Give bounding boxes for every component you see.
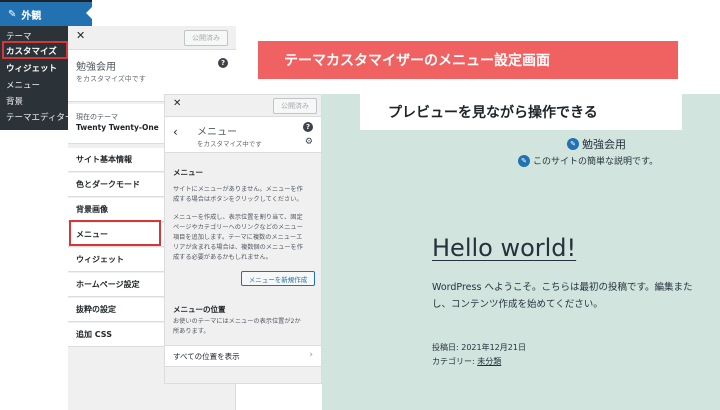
- description-line: 成する場合はボタンをクリックしてください。: [173, 196, 303, 203]
- preview-tagline[interactable]: ✎ このサイトの簡単な説明です。: [518, 154, 658, 167]
- post-category: カテゴリー: 未分類: [432, 356, 501, 367]
- create-new-menu-button[interactable]: メニューを新規作成: [241, 271, 315, 286]
- customize-highlight-box: [2, 41, 68, 59]
- edit-pencil-icon[interactable]: ✎: [567, 138, 579, 150]
- view-all-locations[interactable]: すべての位置を表示 ›: [165, 345, 321, 367]
- description-line: 成する必要があるかもしれません。: [173, 254, 272, 261]
- close-icon[interactable]: ✕: [76, 29, 85, 42]
- customizer-menu-panel: ✕ 公開済み ‹ メニュー をカスタマイズ中です ? ⚙ メニュー サイトにメニ…: [164, 94, 322, 384]
- menu-locations-description: お使いのテーマにはメニューの表示位置が2か 所あります。: [173, 317, 313, 337]
- current-theme-name: Twenty Twenty-One: [76, 123, 159, 132]
- site-name: 勉強会用: [76, 62, 116, 73]
- back-arrow-icon[interactable]: ‹: [173, 125, 178, 139]
- post-body: WordPress へようこそ。こちらは最初の投稿です。編集また し、コンテンツ…: [432, 279, 720, 313]
- title-banner: テーマカスタマイザーのメニュー設定画面: [258, 41, 678, 79]
- menu-section-header: ‹ メニュー をカスタマイズ中です ? ⚙: [165, 117, 321, 153]
- description-line: お使いのテーマにはメニューの表示位置が2か: [173, 318, 301, 325]
- description-line: サイトにメニューがありません。メニューを作: [173, 186, 303, 193]
- customizer-header: ✕ 公開済み: [68, 26, 236, 50]
- post-title-link[interactable]: Hello world!: [432, 234, 576, 262]
- site-title-text: 勉強会用: [582, 138, 626, 151]
- category-link[interactable]: 未分類: [477, 357, 501, 366]
- help-icon[interactable]: ?: [218, 58, 228, 68]
- view-all-locations-label: すべての位置を表示: [173, 351, 240, 361]
- no-menu-description: サイトにメニューがありません。メニューを作 成する場合はボタンをクリックしてくだ…: [173, 185, 313, 205]
- preview-site-title[interactable]: ✎ 勉強会用: [567, 136, 626, 152]
- published-button[interactable]: 公開済み: [273, 98, 317, 114]
- current-menu-arrow: [86, 7, 92, 19]
- edit-pencil-icon[interactable]: ✎: [518, 154, 530, 167]
- menu-section-title: メニュー: [173, 168, 203, 177]
- description-line: リアが含まれる場合は、複数個のメニューを作: [173, 244, 303, 251]
- post-body-line: WordPress へようこそ。こちらは最初の投稿です。編集また: [432, 282, 693, 293]
- menu-title: メニュー: [197, 127, 237, 138]
- description-line: メニューを作成し、表示位置を割り当て、固定: [173, 214, 303, 221]
- menu-highlight-box: [69, 220, 161, 246]
- description-line: 所あります。: [173, 328, 210, 335]
- appearance-menu-header[interactable]: ✎ 外観: [0, 2, 92, 26]
- submenu-item-background[interactable]: 背景: [6, 95, 23, 107]
- tagline-text: このサイトの簡単な説明です。: [533, 157, 659, 167]
- category-label: カテゴリー:: [432, 357, 478, 366]
- close-icon[interactable]: ✕: [173, 98, 181, 109]
- post-body-line: し、コンテンツ作成を始めてください。: [432, 299, 603, 310]
- appearance-label: 外観: [21, 10, 42, 22]
- submenu-item-menus[interactable]: メニュー: [6, 79, 40, 91]
- published-button[interactable]: 公開済み: [184, 30, 228, 46]
- customizing-text: をカスタマイズ中です: [76, 75, 146, 83]
- menu-customizing-text: をカスタマイズ中です: [197, 140, 262, 148]
- submenu-item-theme-editor[interactable]: テーマエディター: [6, 111, 73, 123]
- chevron-right-icon: ›: [309, 350, 313, 360]
- description-line: 項目を追加します。テーマに複数のメニューエ: [173, 234, 303, 241]
- brush-icon: ✎: [8, 8, 17, 20]
- preview-caption-banner: プレビューを見ながら操作できる: [360, 94, 682, 130]
- current-theme-label: 現在のテーマ: [76, 113, 118, 121]
- menu-locations-title: メニューの位置: [173, 305, 226, 314]
- help-icon[interactable]: ?: [303, 122, 313, 132]
- description-line: ページやカテゴリーへのリンクなどのメニュー: [173, 224, 303, 231]
- posted-on: 投稿日: 2021年12月21日: [432, 343, 526, 352]
- gear-icon[interactable]: ⚙: [305, 137, 313, 147]
- menu-panel-header: ✕ 公開済み: [165, 95, 321, 117]
- site-preview: ✎ 勉強会用 ✎ このサイトの簡単な説明です。 Hello world! Wor…: [322, 94, 720, 410]
- submenu-item-widgets[interactable]: ウィジェット: [6, 62, 57, 74]
- menu-help-description: メニューを作成し、表示位置を割り当て、固定 ページやカテゴリーへのリンクなどのメ…: [173, 213, 313, 263]
